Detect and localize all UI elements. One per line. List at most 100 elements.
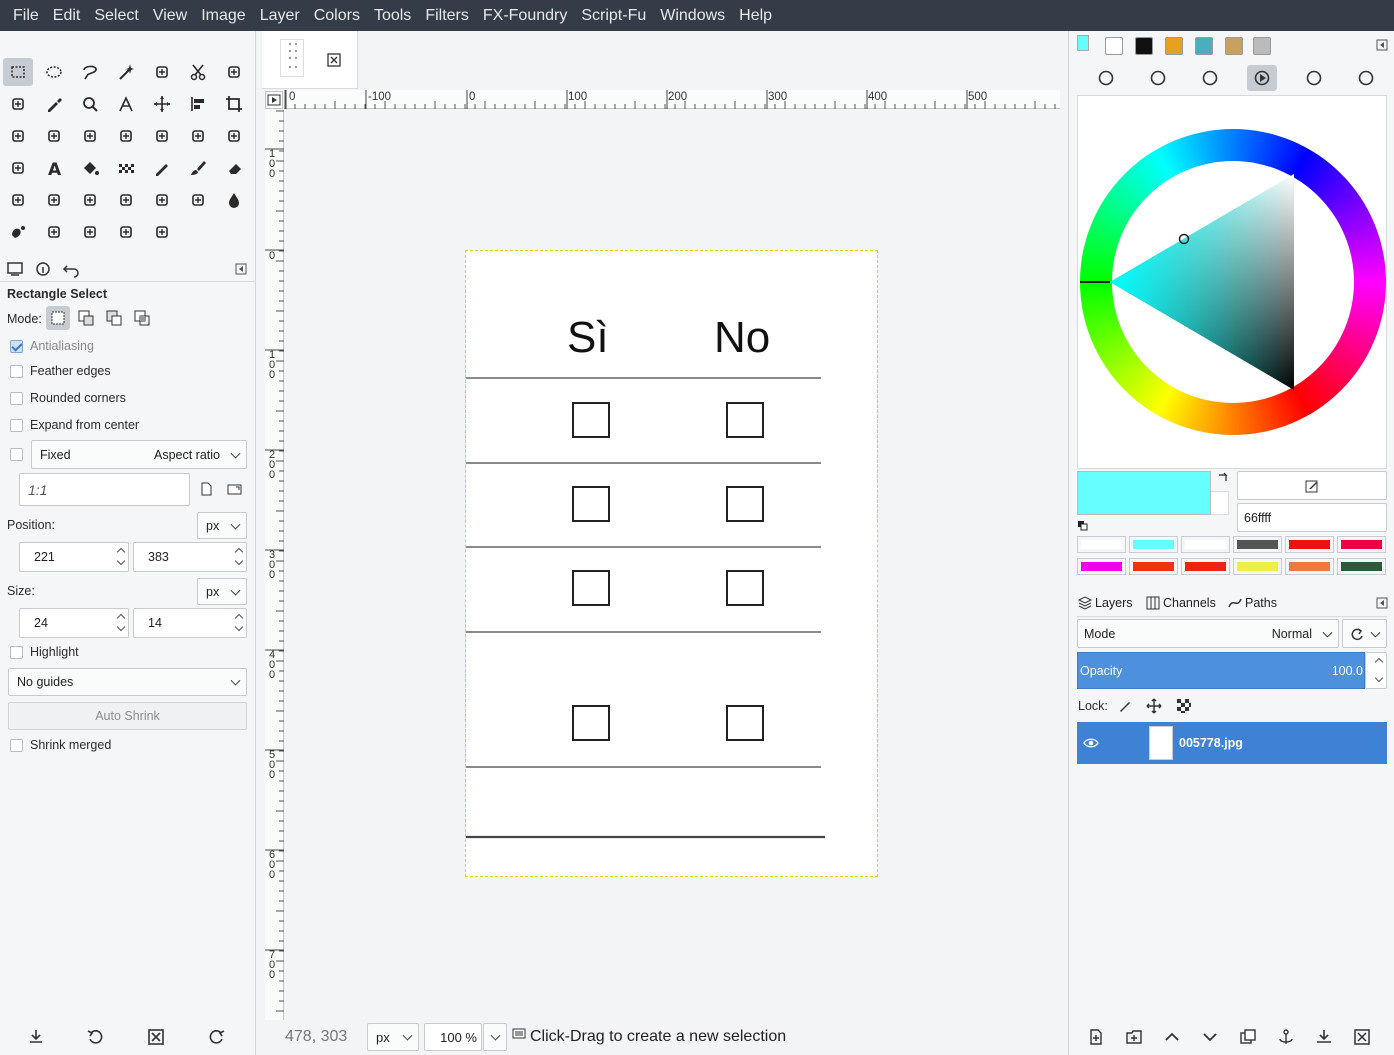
airbrush-icon[interactable]	[3, 186, 33, 214]
menu-tools[interactable]: Tools	[367, 0, 418, 31]
menu-filters[interactable]: Filters	[418, 0, 476, 31]
shear-icon[interactable]	[111, 122, 141, 150]
layer-row[interactable]: 005778.jpg	[1077, 722, 1387, 764]
zoom-dropdown[interactable]	[483, 1023, 507, 1051]
delete-options-icon[interactable]	[146, 1027, 166, 1047]
close-icon[interactable]	[326, 52, 342, 68]
measure-icon[interactable]	[111, 90, 141, 118]
menu-fx-foundry[interactable]: FX-Foundry	[476, 0, 574, 31]
menu-file[interactable]: File	[6, 0, 46, 31]
mode-add-button[interactable]	[76, 308, 96, 328]
new-layer-group-icon[interactable]	[1125, 1028, 1143, 1046]
layer-mode-dropdown[interactable]: Mode Normal	[1077, 619, 1339, 648]
tab-channels[interactable]: Channels	[1145, 595, 1216, 611]
color-history-swatch[interactable]	[1129, 558, 1178, 575]
gimp-selector-icon[interactable]	[1091, 65, 1121, 91]
ratio-input[interactable]: 1:1	[19, 473, 190, 506]
menu-colors[interactable]: Colors	[307, 0, 367, 31]
position-y-input[interactable]: 383	[133, 542, 247, 572]
palette-selector-icon[interactable]	[1299, 65, 1329, 91]
size-unit-dropdown[interactable]: px	[197, 578, 247, 605]
paths-icon[interactable]	[3, 90, 33, 118]
position-unit-dropdown[interactable]: px	[197, 512, 247, 539]
tab-paths[interactable]: Paths	[1227, 595, 1277, 611]
shrink-merged-checkbox[interactable]	[10, 739, 23, 752]
color-wheel-area[interactable]	[1077, 95, 1387, 469]
scissors-select-icon[interactable]	[183, 58, 213, 86]
text-icon[interactable]: A	[39, 154, 69, 182]
color-history-swatch[interactable]	[1233, 536, 1282, 553]
tool-options-tab-icon[interactable]	[5, 260, 25, 278]
quick-mask-toggle-icon[interactable]	[265, 91, 283, 109]
auto-shrink-button[interactable]: Auto Shrink	[8, 702, 247, 730]
undo-history-tab-icon[interactable]	[61, 260, 81, 278]
opacity-spinner[interactable]	[1365, 652, 1387, 689]
handle-transform-icon[interactable]	[147, 218, 177, 246]
perspective-clone-icon[interactable]	[183, 186, 213, 214]
duplicate-layer-icon[interactable]	[1239, 1028, 1257, 1046]
guides-dropdown[interactable]: No guides	[8, 668, 247, 696]
smudge-icon[interactable]	[3, 218, 33, 246]
menu-layer[interactable]: Layer	[253, 0, 307, 31]
composite-mode-dropdown[interactable]	[1342, 619, 1387, 648]
color-history-swatch[interactable]	[1233, 558, 1282, 575]
ellipse-select-icon[interactable]	[39, 58, 69, 86]
lock-pixels-icon[interactable]	[1117, 698, 1133, 714]
tab-layers[interactable]: Layers	[1077, 595, 1133, 611]
select-by-color-icon[interactable]	[147, 58, 177, 86]
cmyk-selector-icon[interactable]	[1143, 65, 1173, 91]
images-tab-icon[interactable]	[1225, 37, 1243, 55]
lock-position-icon[interactable]	[1146, 698, 1162, 714]
portrait-icon[interactable]	[198, 481, 214, 497]
position-x-input[interactable]: 221	[19, 542, 129, 572]
perspective-icon[interactable]	[147, 122, 177, 150]
highlight-checkbox[interactable]	[10, 646, 23, 659]
align-icon[interactable]	[183, 90, 213, 118]
landscape-icon[interactable]	[226, 481, 242, 497]
dodge-burn-icon[interactable]	[39, 218, 69, 246]
mode-subtract-button[interactable]	[104, 308, 124, 328]
gradients-tab-icon[interactable]	[1165, 37, 1183, 55]
color-history-swatch[interactable]	[1337, 558, 1386, 575]
color-history-swatch[interactable]	[1181, 558, 1230, 575]
unified-transform-icon[interactable]	[3, 122, 33, 150]
watercolor-selector-icon[interactable]	[1195, 65, 1225, 91]
color-history-swatch[interactable]	[1077, 558, 1126, 575]
anchor-layer-icon[interactable]	[1277, 1028, 1295, 1046]
device-status-tab-icon[interactable]	[33, 260, 53, 278]
menu-select[interactable]: Select	[87, 0, 145, 31]
swap-colors-icon[interactable]	[1217, 471, 1229, 483]
menu-script-fu[interactable]: Script-Fu	[574, 0, 653, 31]
feather-edges-checkbox[interactable]	[10, 365, 23, 378]
move-icon[interactable]	[147, 90, 177, 118]
rotate-icon[interactable]	[39, 122, 69, 150]
fuzzy-select-icon[interactable]	[111, 58, 141, 86]
color-history-swatch[interactable]	[1181, 536, 1230, 553]
gegl-icon[interactable]	[75, 218, 105, 246]
foreground-color-swatch[interactable]	[1077, 471, 1211, 515]
pencil-icon[interactable]	[147, 154, 177, 182]
document-image[interactable]: Sì No	[465, 250, 878, 877]
rect-select-icon[interactable]	[3, 58, 33, 86]
color-history-swatch[interactable]	[1077, 536, 1126, 553]
gradient-icon[interactable]	[111, 154, 141, 182]
hex-input[interactable]: 66ffff	[1237, 503, 1387, 532]
paintbrush-icon[interactable]	[183, 154, 213, 182]
vertical-ruler[interactable]: 100 0 100 200 300 400 500 600 700	[265, 110, 284, 1020]
image-canvas[interactable]: Sì No	[285, 110, 1060, 1020]
mode-replace-button[interactable]	[46, 306, 70, 330]
scale-icon[interactable]	[75, 122, 105, 150]
menu-image[interactable]: Image	[194, 0, 252, 31]
eraser-icon[interactable]	[219, 154, 249, 182]
wheel-selector-icon[interactable]	[1247, 65, 1277, 91]
opacity-slider[interactable]: Opacity 100.0	[1077, 652, 1365, 689]
menu-view[interactable]: View	[146, 0, 194, 31]
color-history-swatch[interactable]	[1285, 558, 1334, 575]
size-width-input[interactable]: 24	[19, 608, 129, 638]
bucket-fill-icon[interactable]	[75, 154, 105, 182]
brushes-tab-icon[interactable]	[1105, 37, 1123, 55]
free-select-icon[interactable]	[75, 58, 105, 86]
seamless-clone-icon[interactable]	[111, 218, 141, 246]
clone-icon[interactable]	[111, 186, 141, 214]
scales-selector-icon[interactable]	[1351, 65, 1381, 91]
